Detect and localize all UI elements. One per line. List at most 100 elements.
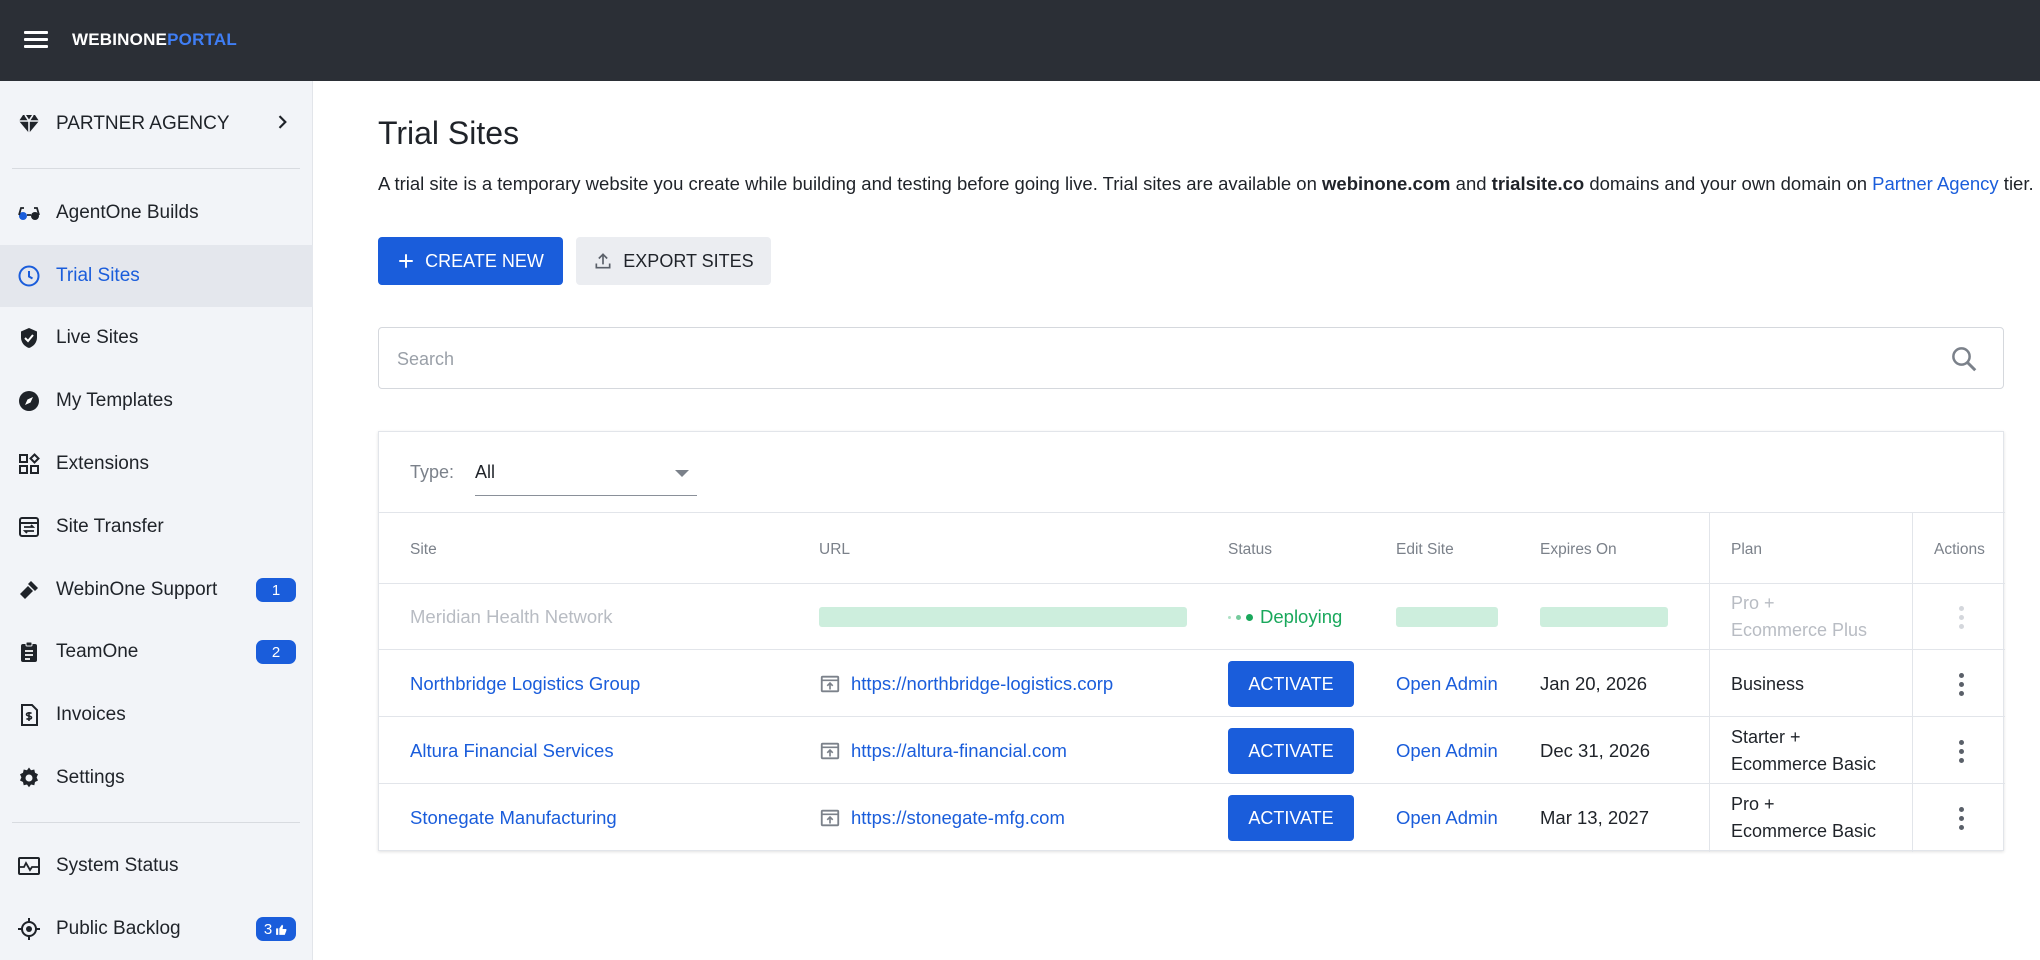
site-url-link[interactable]: https://stonegate-mfg.com (819, 785, 1065, 851)
column-header-url[interactable]: URL (819, 541, 850, 559)
clock-icon (16, 263, 42, 289)
export-sites-button[interactable]: EXPORT SITES (576, 237, 771, 285)
sidebar-item-webinone-support[interactable]: WebinOne Support 1 (0, 559, 313, 621)
export-sites-label: EXPORT SITES (623, 250, 754, 271)
sidebar-item-partner-agency[interactable]: PARTNER AGENCY (0, 93, 313, 155)
column-header-site[interactable]: Site (410, 541, 437, 559)
row-actions-disabled-icon (1951, 602, 1971, 632)
more-options-icon[interactable] (1951, 669, 1971, 699)
activate-button[interactable]: ACTIVATE (1228, 661, 1354, 707)
open-admin-link[interactable]: Open Admin (1396, 651, 1498, 717)
sidebar-item-live-sites[interactable]: Live Sites (0, 307, 313, 369)
sidebar-item-system-status[interactable]: System Status (0, 835, 313, 897)
type-filter-label: Type: (410, 462, 455, 482)
column-header-edit-site[interactable]: Edit Site (1396, 541, 1454, 559)
menu-icon[interactable] (22, 29, 50, 51)
thumbs-up-icon (276, 924, 287, 935)
activate-button[interactable]: ACTIVATE (1228, 795, 1354, 841)
deploying-status: Deploying (1228, 584, 1342, 650)
create-new-button[interactable]: CREATE NEW (378, 237, 563, 285)
sidebar-item-agentone-builds[interactable]: AgentOne Builds (0, 182, 313, 244)
logo-main-text: WEBINONE (72, 30, 168, 49)
expires-on-date: Mar 13, 2027 (1540, 807, 1650, 828)
sidebar-item-site-transfer[interactable]: Site Transfer (0, 496, 313, 558)
sidebar-item-extensions[interactable]: Extensions (0, 433, 313, 495)
plan-line: Ecommerce Plus (1731, 620, 1868, 640)
sidebar-item-label: System Status (56, 855, 179, 876)
notification-badge: 1 (256, 578, 296, 602)
plan-cell: Pro + Ecommerce Plus (1731, 584, 1867, 650)
table-row: Stonegate Manufacturing https://stonegat… (379, 785, 2005, 851)
sidebar-item-label: WebinOne Support (56, 579, 218, 600)
intro-text: domains and your own domain on (1584, 173, 1873, 194)
chevron-right-icon (272, 112, 292, 137)
column-header-expires-on[interactable]: Expires On (1540, 541, 1617, 559)
type-filter-select[interactable]: All (475, 448, 697, 496)
badge-count: 3 (263, 920, 273, 938)
open-in-new-icon (820, 809, 840, 827)
plus-icon (399, 254, 413, 268)
site-name-link[interactable]: Northbridge Logistics Group (410, 651, 640, 717)
table-row: Meridian Health Network Deploying Pro + E… (379, 584, 2005, 650)
open-admin-link[interactable]: Open Admin (1396, 718, 1498, 784)
sidebar-item-my-templates[interactable]: My Templates (0, 370, 313, 432)
plan-line: Pro + (1731, 593, 1775, 613)
type-filter-value: All (475, 462, 496, 482)
search-box (378, 327, 2004, 389)
sidebar-item-settings[interactable]: Settings (0, 747, 313, 809)
sidebar-item-trial-sites[interactable]: Trial Sites (0, 245, 313, 307)
invoice-icon (16, 702, 42, 728)
sidebar-item-label: Extensions (56, 453, 149, 474)
status-text: Deploying (1260, 606, 1343, 627)
expires-on-date: Jan 20, 2026 (1540, 673, 1647, 694)
app-logo[interactable]: WEBINONEPORTAL (72, 30, 237, 50)
tools-icon (16, 577, 42, 603)
loading-dots-icon (1228, 613, 1253, 621)
intro-domain: webinone.com (1322, 173, 1451, 194)
plan-line: Pro + (1731, 794, 1775, 814)
edit-loading-placeholder (1396, 607, 1498, 627)
activate-button[interactable]: ACTIVATE (1228, 728, 1354, 774)
more-options-icon[interactable] (1951, 803, 1971, 833)
search-input[interactable] (397, 344, 1897, 374)
sidebar-divider (12, 168, 300, 169)
sidebar-item-label: Live Sites (56, 327, 139, 348)
intro-text: and (1450, 173, 1492, 194)
sidebar-item-public-backlog[interactable]: Public Backlog 3 (0, 898, 313, 960)
table-header: Site URL Status Edit Site Expires On Pla… (379, 512, 2005, 584)
notification-badge: 3 (256, 917, 296, 941)
intro-text: A trial site is a temporary website you … (378, 173, 1323, 194)
sidebar-divider (12, 822, 300, 823)
shield-check-icon (16, 325, 42, 351)
main-content: Trial Sites A trial site is a temporary … (313, 81, 2040, 960)
url-text: https://northbridge-logistics.corp (851, 673, 1114, 694)
site-url-link[interactable]: https://northbridge-logistics.corp (819, 651, 1113, 717)
sidebar-item-label: Settings (56, 767, 125, 788)
sidebar-item-label: My Templates (56, 390, 173, 411)
site-name-link[interactable]: Altura Financial Services (410, 718, 614, 784)
url-loading-placeholder (819, 607, 1187, 627)
site-url-link[interactable]: https://altura-financial.com (819, 718, 1067, 784)
sidebar-item-invoices[interactable]: Invoices (0, 684, 313, 746)
site-name-link[interactable]: Stonegate Manufacturing (410, 785, 617, 851)
plan-line: Ecommerce Basic (1731, 821, 1877, 841)
expires-loading-placeholder (1540, 607, 1668, 627)
plan-cell: Business (1731, 651, 1804, 717)
more-options-icon[interactable] (1951, 736, 1971, 766)
sidebar-item-label: Site Transfer (56, 516, 164, 537)
table-row: Northbridge Logistics Group https://nort… (379, 651, 2005, 717)
notification-badge: 2 (256, 640, 296, 664)
column-header-status[interactable]: Status (1228, 541, 1272, 559)
search-icon[interactable] (1949, 344, 1979, 374)
column-header-plan[interactable]: Plan (1731, 541, 1762, 559)
site-name: Meridian Health Network (410, 606, 613, 627)
sites-table-card: Type: All Site URL Status Edit Site Expi… (378, 431, 2005, 852)
plan-line: Business (1731, 673, 1805, 694)
partner-agency-link[interactable]: Partner Agency (1872, 173, 1999, 194)
open-admin-link[interactable]: Open Admin (1396, 785, 1498, 851)
expires-on-date: Dec 31, 2026 (1540, 740, 1651, 761)
gear-icon (16, 765, 42, 791)
page-intro: A trial site is a temporary website you … (378, 173, 2034, 195)
glasses-icon (16, 200, 42, 226)
sidebar-item-teamone[interactable]: TeamOne 2 (0, 621, 313, 683)
